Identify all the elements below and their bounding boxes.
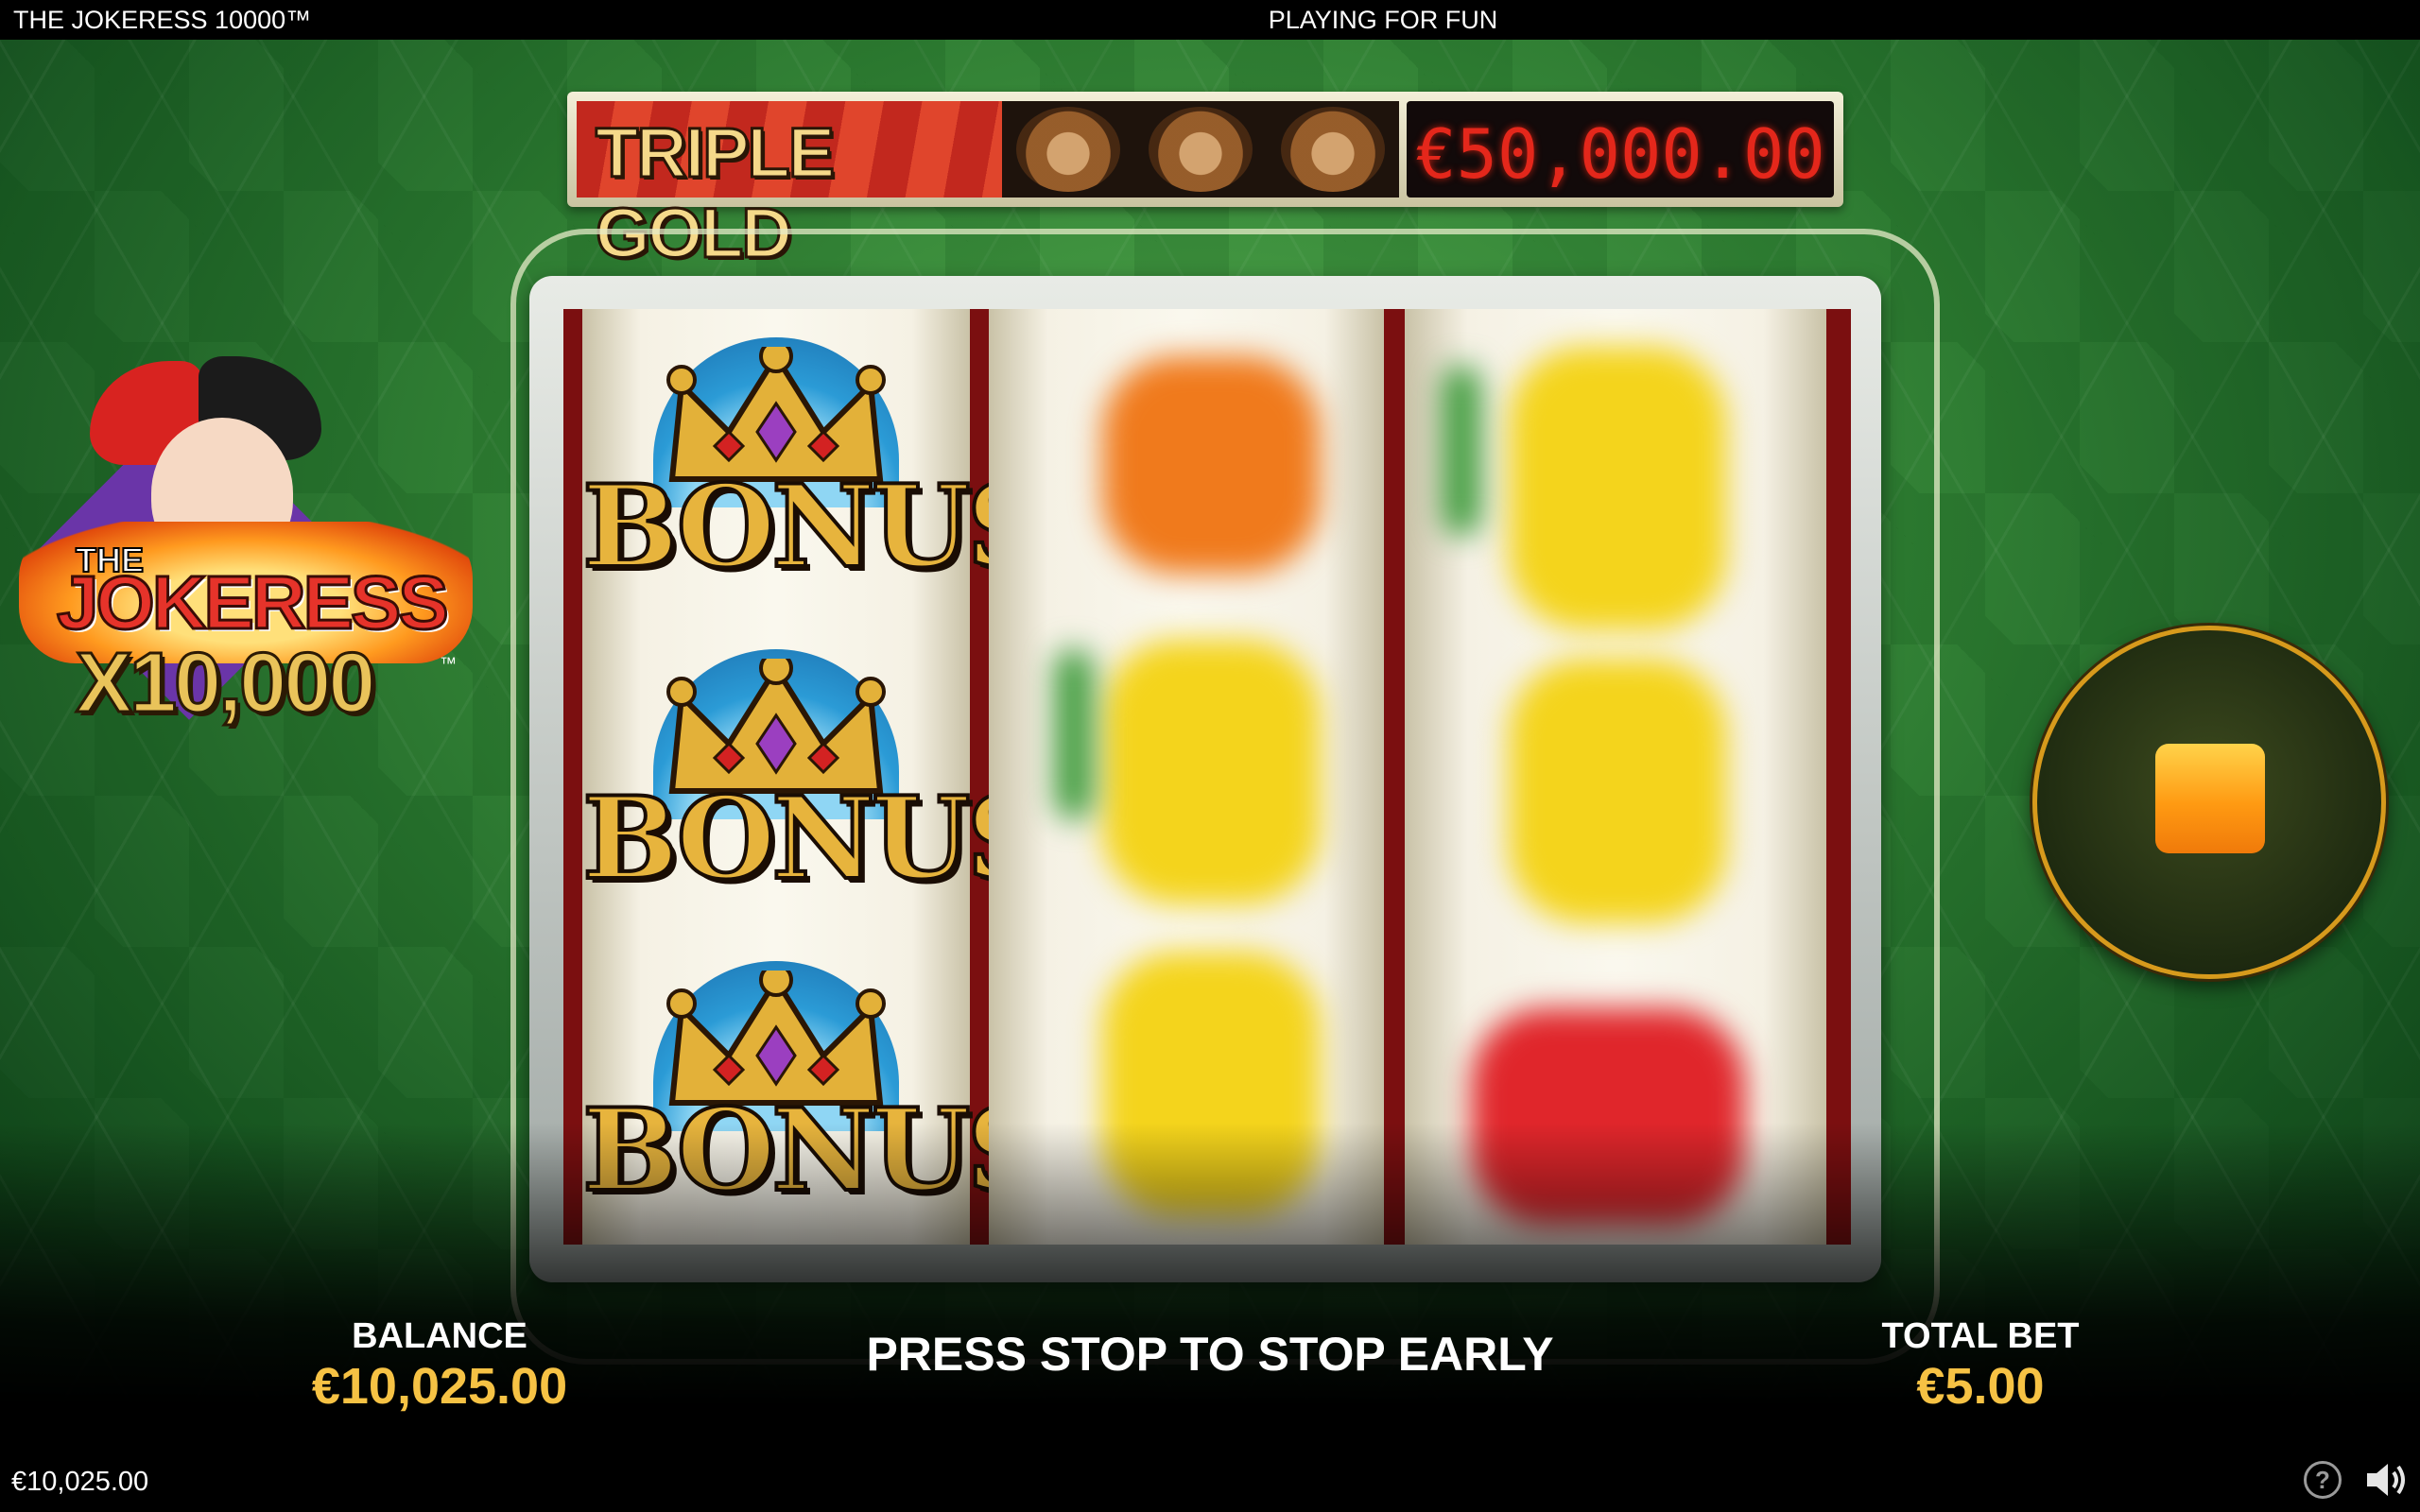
jester-icons-row <box>1002 101 1399 198</box>
status-message: PRESS STOP TO STOP EARLY <box>866 1328 1554 1381</box>
app-title: THE JOKERESS 10000™ <box>13 6 312 34</box>
leaf-blur <box>1055 649 1093 819</box>
balance-value: €10,025.00 <box>311 1358 568 1415</box>
jackpot-amount: €50,000.00 <box>1415 114 1825 194</box>
bonus-label: BONUS <box>580 770 1050 907</box>
bottom-bar: €10,025.00 ? <box>0 1455 2420 1512</box>
bonus-label: BONUS <box>580 458 1050 595</box>
orange-symbol-blurred <box>1102 356 1320 574</box>
leaf-blur <box>1443 366 1480 536</box>
speaker-icon[interactable] <box>2363 1459 2411 1501</box>
bottom-balance: €10,025.00 <box>11 1467 149 1497</box>
help-icon[interactable]: ? <box>2304 1461 2342 1499</box>
reel-window: BONUS BONUS <box>563 309 1851 1245</box>
bonus-symbol: BONUS <box>580 309 1050 621</box>
reel-2 <box>989 309 1384 1245</box>
stop-icon <box>2155 744 2265 853</box>
total-bet-label: TOTAL BET <box>1881 1316 2080 1356</box>
triple-gold-label-box: TRIPLE GOLD <box>577 101 1002 274</box>
total-bet-value: €5.00 <box>1916 1358 2045 1415</box>
logo-trademark: ™ <box>440 654 457 673</box>
bonus-symbol: BONUS <box>580 621 1050 933</box>
lemon-symbol-blurred <box>1102 640 1320 904</box>
stop-button[interactable] <box>2032 626 2386 979</box>
logo-name-text: JOKERESS <box>56 559 451 646</box>
game-logo: THE JOKERESS X10,000 ™ <box>9 323 482 758</box>
jester-head-icon <box>1281 107 1385 192</box>
balance-label: BALANCE <box>352 1316 527 1356</box>
jester-head-icon <box>1149 107 1253 192</box>
play-mode-label: PLAYING FOR FUN <box>1268 6 1498 34</box>
reel-1: BONUS BONUS <box>580 309 1050 1245</box>
jackpot-amount-display: €50,000.00 <box>1407 101 1834 198</box>
jester-head-icon <box>1016 107 1120 192</box>
logo-multiplier-text: X10,000 <box>74 635 376 732</box>
lemon-symbol-blurred <box>1509 347 1726 630</box>
reel-3 <box>1405 309 1826 1245</box>
game-stage: THE JOKERESS X10,000 ™ TRIPLE GOLD €50,0… <box>0 40 2420 1406</box>
jackpot-banner: TRIPLE GOLD €50,000.00 <box>567 92 1843 274</box>
top-bar: THE JOKERESS 10000™ PLAYING FOR FUN <box>0 0 2420 40</box>
lemon-symbol-blurred <box>1509 659 1726 923</box>
